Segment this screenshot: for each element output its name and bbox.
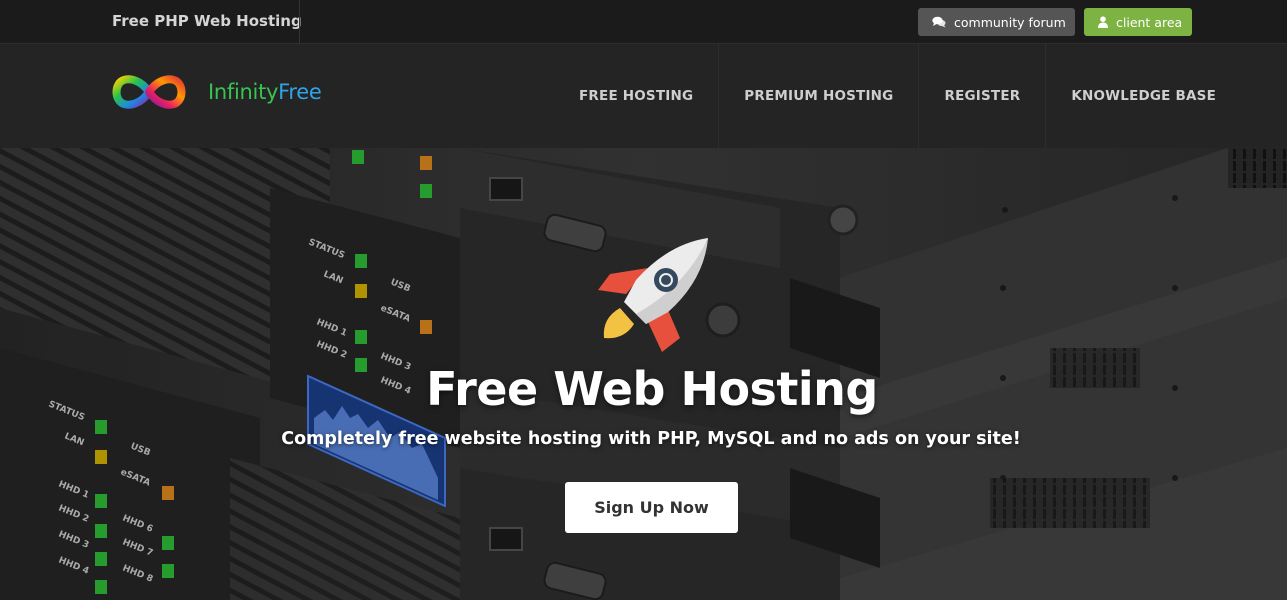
hero-section: STATUS LAN USB eSATA HHD 1 HHD 2 HHD 3 H… — [0, 148, 1287, 600]
client-area-label: client area — [1116, 14, 1183, 30]
site-logo[interactable]: InfinityFree — [110, 72, 322, 112]
nav-item-free-hosting[interactable]: FREE HOSTING — [554, 44, 720, 148]
nav-item-premium-hosting[interactable]: PREMIUM HOSTING — [719, 44, 920, 148]
nav-item-register[interactable]: REGISTER — [919, 44, 1047, 148]
top-bar-divider — [299, 0, 300, 44]
chat-bubbles-icon — [932, 16, 946, 28]
nav-menu: FREE HOSTING PREMIUM HOSTING REGISTER KN… — [554, 44, 1241, 148]
user-icon — [1098, 16, 1108, 28]
client-area-button[interactable]: client area — [1084, 8, 1192, 36]
hero-title: Free Web Hosting — [426, 362, 878, 416]
community-forum-button[interactable]: community forum — [918, 8, 1075, 36]
logo-word-free: Free — [278, 80, 322, 104]
main-navbar: InfinityFree FREE HOSTING PREMIUM HOSTIN… — [0, 44, 1287, 148]
logo-word-infinity: Infinity — [208, 80, 279, 104]
hero-subtitle: Completely free website hosting with PHP… — [281, 429, 1021, 449]
infinity-logo-icon — [112, 75, 186, 109]
community-forum-label: community forum — [954, 14, 1066, 30]
logo-wordmark: InfinityFree — [208, 80, 322, 104]
hero-content: Free Web Hosting Completely free website… — [0, 148, 1287, 600]
rocket-icon — [598, 238, 708, 352]
sign-up-button[interactable]: Sign Up Now — [565, 482, 738, 533]
nav-item-knowledge-base[interactable]: KNOWLEDGE BASE — [1046, 44, 1241, 148]
top-bar: Free PHP Web Hosting community forum cli… — [0, 0, 1287, 44]
site-tagline: Free PHP Web Hosting — [112, 12, 302, 30]
